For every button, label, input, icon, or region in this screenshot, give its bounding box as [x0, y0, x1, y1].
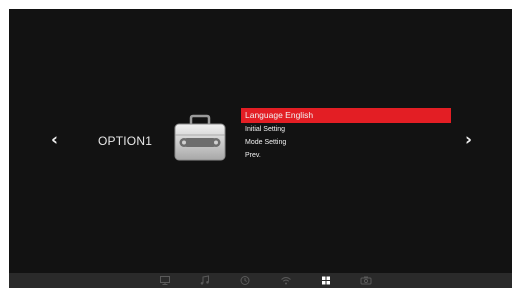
wifi-icon[interactable] [280, 275, 292, 286]
clock-icon[interactable] [239, 275, 251, 286]
menu-item-prev[interactable]: Prev. [241, 149, 451, 162]
menu-item-language[interactable]: Language English [241, 108, 451, 123]
monitor-icon[interactable] [159, 275, 171, 286]
section-title: OPTION1 [98, 134, 153, 148]
menu-item-initial-setting[interactable]: Initial Setting [241, 123, 451, 136]
next-page-arrow[interactable]: › [465, 131, 472, 149]
grid-icon[interactable] [320, 275, 332, 286]
bottom-menu-bar [9, 273, 512, 288]
camera-icon[interactable] [360, 275, 372, 286]
previous-page-arrow[interactable]: ‹ [51, 131, 58, 149]
options-menu: Language English Initial Setting Mode Se… [241, 108, 451, 162]
music-note-icon[interactable] [199, 275, 211, 286]
toolbox-icon [172, 113, 228, 163]
menu-item-mode-setting[interactable]: Mode Setting [241, 136, 451, 149]
tv-screen: ‹ OPTION1 Language English Initial Setti… [9, 9, 512, 288]
